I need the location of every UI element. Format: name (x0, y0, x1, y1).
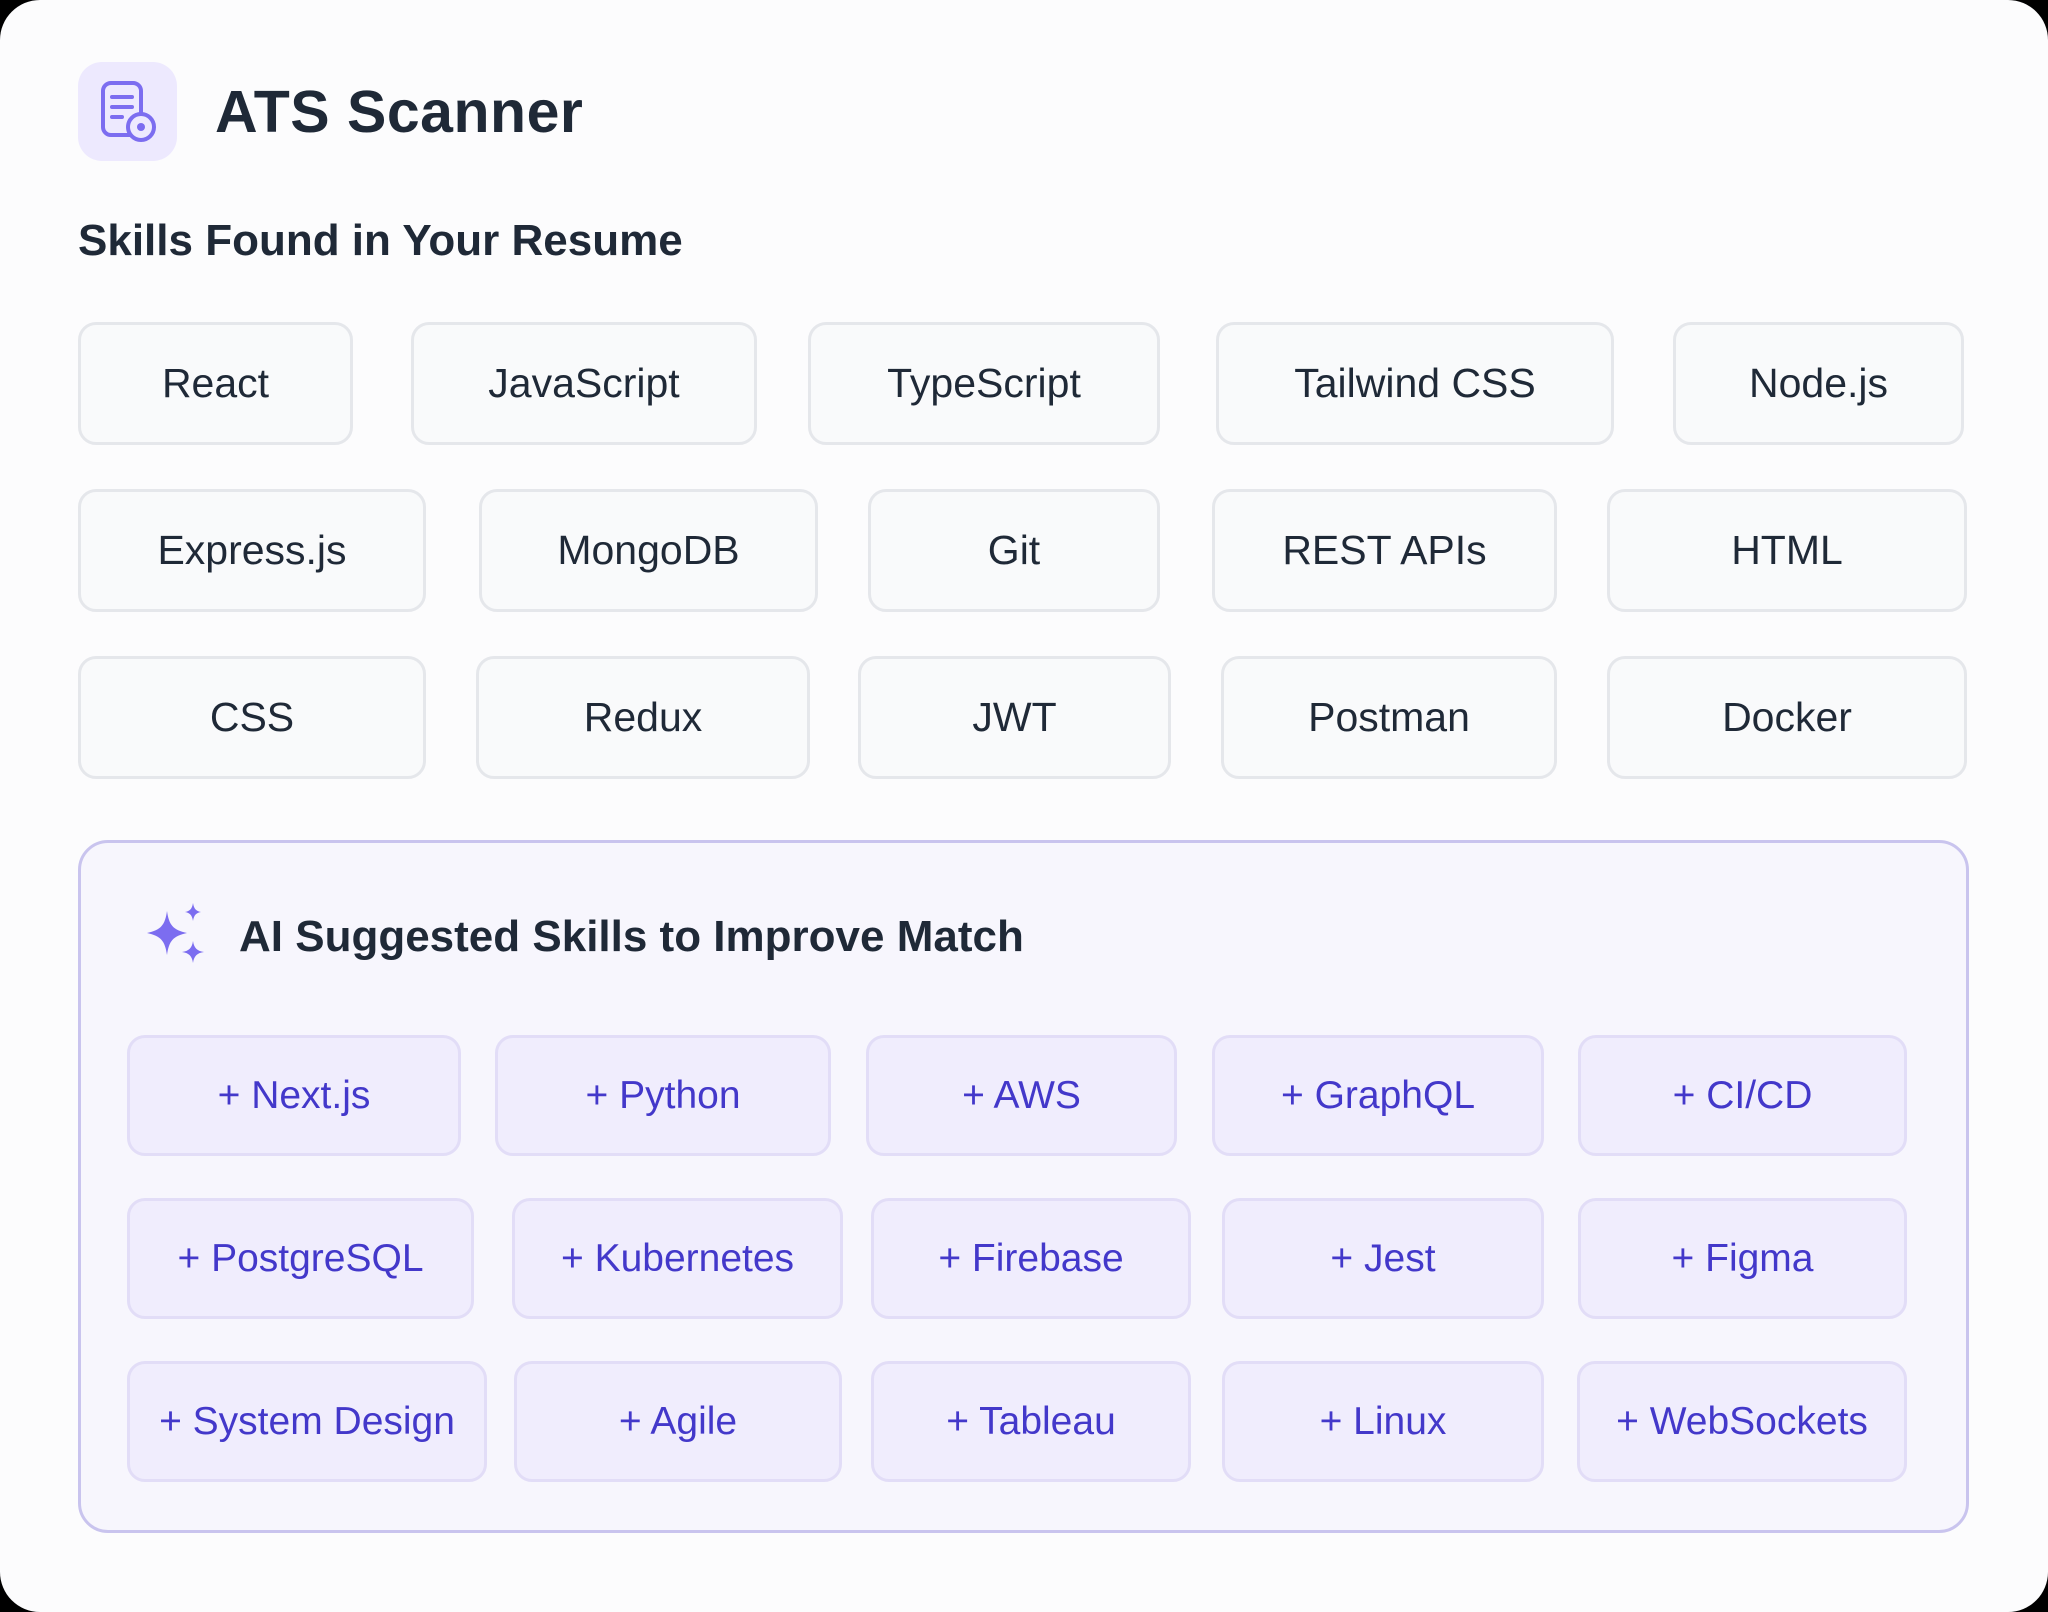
skill-chip-postman[interactable]: Postman (1221, 656, 1557, 779)
suggested-skill-agile[interactable]: + Agile (514, 1361, 842, 1482)
ats-scanner-card: ATS Scanner Skills Found in Your Resume … (0, 0, 2048, 1612)
suggested-skill-system-design[interactable]: + System Design (127, 1361, 487, 1482)
skill-chip-mongodb[interactable]: MongoDB (479, 489, 818, 612)
skill-chip-typescript[interactable]: TypeScript (808, 322, 1160, 445)
suggested-skill-python[interactable]: + Python (495, 1035, 831, 1156)
skill-chip-redux[interactable]: Redux (476, 656, 810, 779)
skill-chip-html[interactable]: HTML (1607, 489, 1967, 612)
suggested-skill-kubernetes[interactable]: + Kubernetes (512, 1198, 843, 1319)
ai-suggestions-header: AI Suggested Skills to Improve Match (143, 903, 1024, 970)
sparkles-icon (143, 903, 209, 970)
skill-chip-docker[interactable]: Docker (1607, 656, 1967, 779)
skill-chip-git[interactable]: Git (868, 489, 1160, 612)
suggested-skill-postgresql[interactable]: + PostgreSQL (127, 1198, 474, 1319)
suggested-skill-aws[interactable]: + AWS (866, 1035, 1177, 1156)
skill-chip-css[interactable]: CSS (78, 656, 426, 779)
skill-chip-react[interactable]: React (78, 322, 353, 445)
suggested-skill-firebase[interactable]: + Firebase (871, 1198, 1191, 1319)
suggested-skill-jest[interactable]: + Jest (1222, 1198, 1544, 1319)
app-title: ATS Scanner (215, 78, 584, 145)
resume-scan-icon (78, 62, 177, 161)
suggested-skill-graphql[interactable]: + GraphQL (1212, 1035, 1544, 1156)
skill-chip-nodejs[interactable]: Node.js (1673, 322, 1964, 445)
suggested-skill-ci-cd[interactable]: + CI/CD (1578, 1035, 1907, 1156)
skill-chip-javascript[interactable]: JavaScript (411, 322, 757, 445)
skill-chip-rest-apis[interactable]: REST APIs (1212, 489, 1557, 612)
skill-chip-expressjs[interactable]: Express.js (78, 489, 426, 612)
skills-found-heading: Skills Found in Your Resume (78, 216, 683, 265)
app-header: ATS Scanner (78, 62, 583, 161)
skill-chip-jwt[interactable]: JWT (858, 656, 1171, 779)
suggested-skill-tableau[interactable]: + Tableau (871, 1361, 1191, 1482)
suggested-skill-websockets[interactable]: + WebSockets (1577, 1361, 1907, 1482)
ai-suggestions-panel: AI Suggested Skills to Improve Match + N… (78, 840, 1969, 1533)
suggested-skill-linux[interactable]: + Linux (1222, 1361, 1544, 1482)
suggested-skill-figma[interactable]: + Figma (1578, 1198, 1907, 1319)
suggested-skill-nextjs[interactable]: + Next.js (127, 1035, 461, 1156)
skill-chip-tailwind-css[interactable]: Tailwind CSS (1216, 322, 1614, 445)
ai-suggestions-heading: AI Suggested Skills to Improve Match (239, 911, 1024, 961)
